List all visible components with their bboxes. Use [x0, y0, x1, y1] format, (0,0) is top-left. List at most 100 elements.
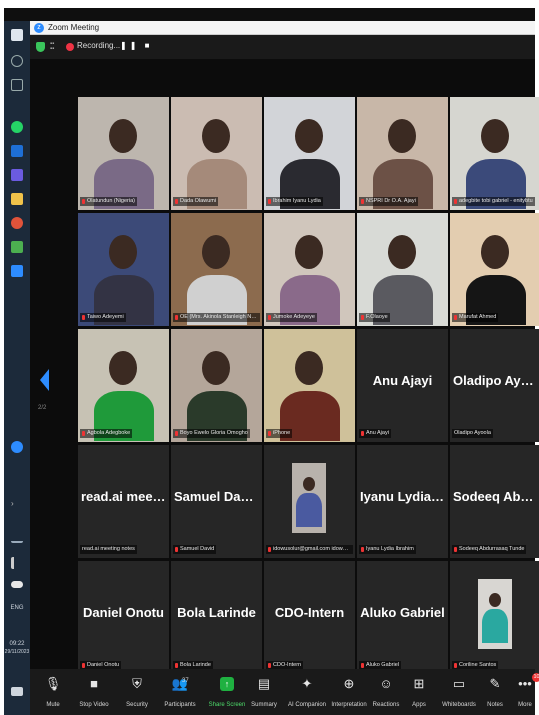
interpretation-button[interactable]: ⊕ Interpretation [330, 669, 368, 715]
participant-tile[interactable]: Sodeeq Abdurra... Sodeeq Abdurrasaq Tunde [450, 445, 539, 558]
participant-tile[interactable]: read.ai meeting... read.ai meeting notes [78, 445, 169, 558]
participant-name-label: NSPRI Dr O.A. Ajayi [359, 197, 418, 206]
whiteboards-button[interactable]: ▭ Whiteboards [440, 669, 478, 715]
participant-tile[interactable]: Bola Larinde Bola Larinde [171, 561, 262, 674]
participant-head [481, 235, 509, 269]
mute-button[interactable]: 🎙 Mute [36, 669, 70, 715]
participant-tile[interactable]: Oladipo Ayoola Oladipo Ayoola [450, 329, 539, 442]
clock-date[interactable]: 29/11/2023 [4, 649, 30, 656]
muted-mic-icon [175, 431, 178, 436]
more-icon: ••• [518, 676, 532, 691]
participant-tile[interactable]: Samuel David Samuel David [171, 445, 262, 558]
previous-page-arrow-icon[interactable] [40, 369, 49, 391]
task-view-icon[interactable] [11, 79, 23, 91]
video-feed [478, 579, 512, 649]
muted-mic-icon [268, 547, 271, 552]
participant-tile[interactable]: CDO-Intern CDO-Intern [264, 561, 355, 674]
muted-mic-icon [361, 315, 364, 320]
participant-tile[interactable]: Anu Ajayi Anu Ajayi [357, 329, 448, 442]
participant-name-text: Coriline Santos [459, 662, 497, 668]
participant-head [202, 119, 230, 153]
video-feed [450, 97, 539, 210]
video-feed [292, 463, 326, 533]
participant-name-text: Samuel David [180, 546, 215, 552]
participant-tile[interactable]: Iyanu Lydia Ibra... Iyanu Lydia Ibrahim [357, 445, 448, 558]
video-feed [78, 329, 169, 442]
network-icon[interactable] [11, 531, 23, 543]
chevron-up-icon[interactable]: › [11, 499, 23, 511]
participant-tile[interactable]: adegbite tobi gabriel - enitybtu [450, 97, 539, 210]
grid-icon[interactable]: ▪▪ ▪▪ [50, 41, 60, 52]
notes-label: Notes [487, 702, 503, 708]
folder-icon[interactable] [11, 193, 23, 205]
notes-button[interactable]: ✎ Notes [480, 669, 510, 715]
video-label: Stop Video [79, 702, 109, 708]
participant-head [388, 235, 416, 269]
muted-mic-icon [82, 199, 85, 204]
participant-tile[interactable]: OE (Mrs. Akinola Stanleigh NSPRI) [171, 213, 262, 326]
participant-name-text: Olatundun (Nigeria) [87, 198, 135, 204]
app-icon-green[interactable] [11, 241, 23, 253]
participant-tile[interactable]: Jumoke Adeyeye [264, 213, 355, 326]
participant-tile[interactable]: Coriline Santos [450, 561, 539, 674]
participant-tile[interactable]: idowusolur@gmail.com idowuso... [264, 445, 355, 558]
security-button[interactable]: ⛨ Security [118, 669, 156, 715]
share-icon: ↑ [220, 677, 234, 691]
participant-name-text: CDO-Intern [273, 662, 302, 668]
participant-count: 37 [182, 678, 189, 684]
participant-name-label: Jumoke Adeyeye [266, 313, 317, 322]
participant-tile[interactable]: Taiwo Adeyemi [78, 213, 169, 326]
browser-icon[interactable] [11, 145, 23, 157]
participant-tile[interactable]: NSPRI Dr O.A. Ajayi [357, 97, 448, 210]
participant-tile[interactable]: Agbola Adegboke [78, 329, 169, 442]
language-indicator[interactable]: ENG [4, 605, 30, 612]
search-icon[interactable] [11, 55, 23, 67]
participant-tile[interactable]: F.Olaoye [357, 213, 448, 326]
participant-tile[interactable]: Dada Olawumi [171, 97, 262, 210]
participant-tile[interactable]: Marufat Ahmed [450, 213, 539, 326]
title-bar: z Zoom Meeting [30, 21, 535, 35]
participant-name-label: Samuel David [173, 545, 217, 554]
volume-icon[interactable] [11, 557, 23, 569]
reactions-button[interactable]: ☺ Reactions [370, 669, 402, 715]
app-icon-purple[interactable] [11, 169, 23, 181]
participant-tile[interactable]: Ibrahim Iyanu Lydia [264, 97, 355, 210]
participant-tile[interactable]: Olatundun (Nigeria) [78, 97, 169, 210]
participant-tile[interactable]: Aluko Gabriel Aluko Gabriel [357, 561, 448, 674]
windows-start-icon[interactable] [11, 29, 23, 41]
participant-name-label: Dada Olawumi [173, 197, 219, 206]
video-feed [264, 213, 355, 326]
participants-button[interactable]: 👥 37 Participants [160, 669, 200, 715]
apps-label: Apps [412, 702, 426, 708]
muted-mic-icon [361, 431, 364, 436]
participant-name-text: Anu Ajayi [366, 430, 389, 436]
recording-pause-stop-buttons[interactable]: ❚❚ ■ [120, 41, 152, 50]
cloud-icon[interactable] [11, 581, 23, 588]
more-button[interactable]: ••• 10 More [516, 669, 539, 715]
ai-button[interactable]: ✦ AI Companion [286, 669, 328, 715]
clock-time[interactable]: 09:22 [4, 641, 30, 648]
zoom-taskbar-icon[interactable] [11, 265, 23, 277]
notification-icon[interactable] [11, 687, 23, 696]
participant-name-text: Iyanu Lydia Ibrahim [366, 546, 414, 552]
summary-button[interactable]: ▤ Summary [246, 669, 282, 715]
participant-tile[interactable]: Boyo Ewelo Gloria Omogho [171, 329, 262, 442]
video-button[interactable]: ■ Stop Video [74, 669, 114, 715]
encryption-shield-icon[interactable] [36, 42, 45, 52]
muted-mic-icon [454, 547, 457, 552]
participant-head [295, 235, 323, 269]
muted-mic-icon [175, 663, 178, 668]
apps-icon: ⊞ [413, 676, 425, 691]
help-icon[interactable] [11, 441, 23, 453]
share-button[interactable]: ↑ Share Screen [206, 669, 248, 715]
participant-tile[interactable]: Daniel Onotu Daniel Onotu [78, 561, 169, 674]
notification-badge: 10 [532, 673, 539, 682]
participant-tile[interactable]: iPhone [264, 329, 355, 442]
whatsapp-icon[interactable] [11, 121, 23, 133]
participant-head [109, 351, 137, 385]
whiteboards-label: Whiteboards [442, 702, 476, 708]
muted-mic-icon [175, 199, 178, 204]
chrome-icon[interactable] [11, 217, 23, 229]
page-indicator: 2/2 [38, 405, 47, 411]
apps-button[interactable]: ⊞ Apps [404, 669, 434, 715]
